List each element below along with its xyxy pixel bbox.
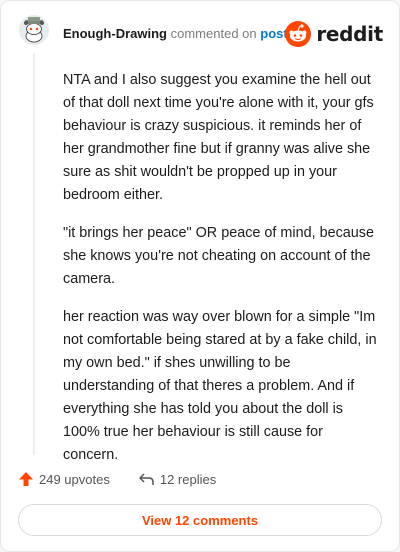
comment-body: NTA and I also suggest you examine the h… — [63, 69, 381, 482]
upvote-count: 249 upvotes — [39, 471, 110, 487]
upvote-button[interactable]: 249 upvotes — [18, 471, 110, 487]
upvote-arrow-icon — [19, 472, 33, 486]
view-comments-button[interactable]: View 12 comments — [18, 504, 382, 536]
post-link[interactable]: post — [260, 26, 287, 41]
comment-paragraph: her reaction was way over blown for a si… — [63, 309, 377, 463]
commented-on-text: commented on — [170, 26, 257, 41]
comment-card: Enough-Drawing commented on post reddit … — [0, 0, 400, 552]
reddit-wordmark: reddit — [316, 22, 383, 46]
reply-icon — [139, 473, 154, 485]
avatar-icon — [19, 15, 49, 45]
replies-button[interactable]: 12 replies — [138, 472, 216, 487]
reply-count: 12 replies — [159, 471, 217, 487]
comment-paragraph: NTA and I also suggest you examine the h… — [63, 72, 374, 203]
reddit-logo-icon — [285, 21, 312, 47]
comment-actions: 249 upvotes 12 replies — [18, 471, 216, 487]
comment-header: Enough-Drawing commented on post — [63, 26, 288, 41]
comment-paragraph: "it brings her peace" OR peace of mind, … — [63, 225, 374, 287]
reddit-brand[interactable]: reddit — [285, 21, 383, 47]
author-name[interactable]: Enough-Drawing — [63, 26, 167, 41]
thread-line — [33, 53, 35, 455]
avatar[interactable] — [19, 15, 49, 45]
